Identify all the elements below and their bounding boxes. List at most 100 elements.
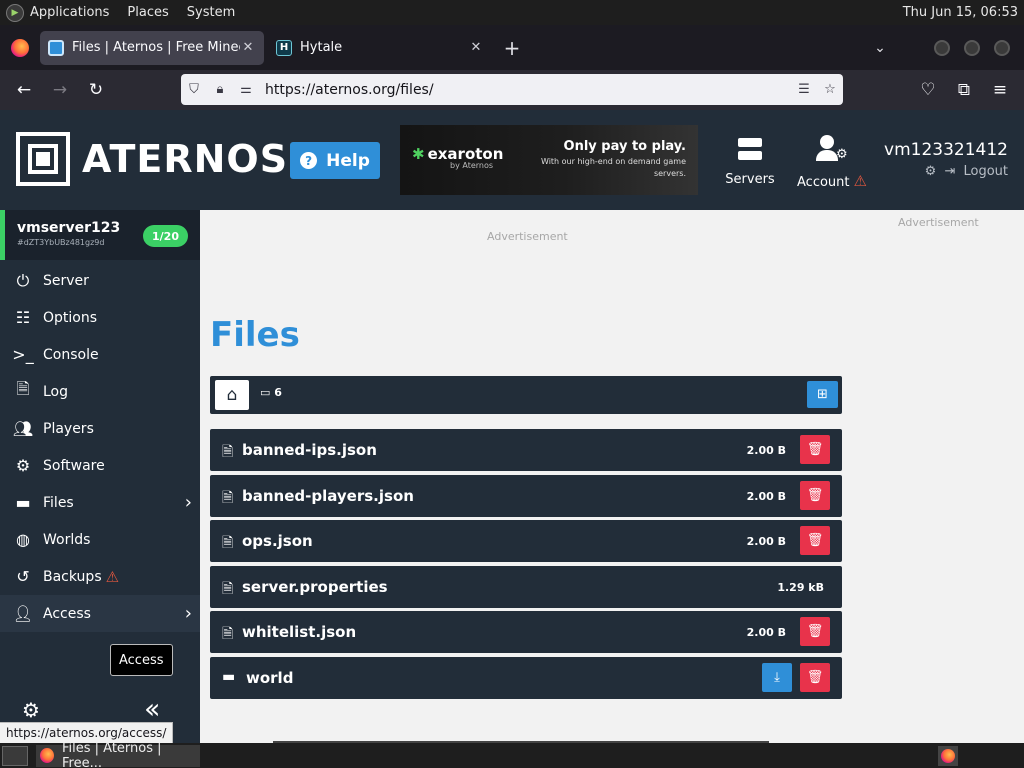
tab-aternos-files[interactable]: Files | Aternos | Free Minecraft ✕ — [40, 30, 264, 65]
user-lock-icon: 👤︎ — [12, 604, 34, 623]
sidebar-item-access[interactable]: 👤︎ Access › — [0, 595, 200, 632]
taskbar-window-button[interactable]: Files | Aternos | Free... — [36, 741, 200, 768]
sidebar-item-software[interactable]: ⚙ Software — [0, 447, 200, 484]
folder-row[interactable]: ▬ world ⤓ 🗑︎ — [210, 657, 842, 699]
help-label: Help — [326, 150, 370, 171]
aternos-logo[interactable]: ATERNOS — [16, 132, 288, 186]
tab-hytale[interactable]: H Hytale ✕ — [268, 31, 492, 65]
link-status-bar: https://aternos.org/access/ — [0, 722, 174, 743]
file-name[interactable]: whitelist.json — [242, 623, 356, 641]
logout-icon[interactable]: ⇥ — [944, 164, 955, 179]
nav-account[interactable]: ⚙ Account ⚠ — [790, 132, 874, 190]
nav-servers-label: Servers — [725, 172, 775, 187]
sidebar-item-players[interactable]: 👥︎ Players — [0, 410, 200, 447]
permissions-icon[interactable]: ⚌ — [233, 82, 259, 97]
delete-button[interactable]: 🗑︎ — [800, 663, 830, 692]
delete-button[interactable]: 🗑︎ — [800, 526, 830, 555]
file-row[interactable]: 🗎︎ ops.json 2.00 B 🗑︎ — [210, 520, 842, 562]
reader-view-icon[interactable]: ☰ — [791, 82, 817, 97]
file-row[interactable]: 🗎︎ banned-players.json 2.00 B 🗑︎ — [210, 475, 842, 517]
extensions-icon[interactable]: ⧉ — [946, 74, 982, 106]
download-button[interactable]: ⤓ — [762, 663, 792, 692]
window-maximize-button[interactable] — [964, 39, 980, 56]
menu-places[interactable]: Places — [127, 5, 168, 20]
ad-by: by Aternos — [450, 161, 494, 170]
home-icon[interactable]: ⌂ — [215, 380, 249, 410]
nav-servers[interactable]: Servers — [720, 132, 780, 187]
delete-button[interactable]: 🗑︎ — [800, 617, 830, 646]
bookmark-star-icon[interactable]: ☆ — [817, 82, 843, 97]
list-all-tabs-icon[interactable]: ⌄ — [864, 40, 896, 56]
file-name[interactable]: banned-players.json — [242, 487, 414, 505]
tray-firefox-icon[interactable] — [938, 745, 958, 766]
new-tab-button[interactable]: + — [496, 32, 528, 64]
show-desktop-icon[interactable] — [2, 745, 28, 766]
file-name[interactable]: banned-ips.json — [242, 441, 377, 459]
document-icon: 🗎︎ — [16, 379, 30, 398]
sidebar-item-options[interactable]: ☷ Options — [0, 299, 200, 336]
taskbar: Files | Aternos | Free... — [0, 741, 1024, 768]
window-minimize-button[interactable] — [934, 39, 950, 56]
tooltip: Access — [110, 644, 173, 676]
sidebar-item-label: Log — [43, 383, 69, 400]
hamburger-menu-icon[interactable]: ≡ — [982, 74, 1018, 106]
file-name[interactable]: server.properties — [242, 578, 388, 596]
advertisement-label-side: Advertisement — [898, 216, 979, 229]
forward-arrow-icon[interactable]: → — [42, 74, 78, 106]
url-bar[interactable]: ⛉ 🔒︎ ⚌ https://aternos.org/files/ ☰ ☆ — [181, 74, 843, 105]
new-folder-button[interactable]: ⊞ — [807, 381, 838, 408]
trash-icon: 🗑︎ — [806, 624, 824, 639]
firefox-icon — [40, 748, 54, 763]
file-name[interactable]: ops.json — [242, 532, 313, 550]
exaroton-ad-banner[interactable]: ✱ exaroton by Aternos Only pay to play. W… — [400, 125, 698, 195]
folder-open-icon: ▭ — [260, 386, 275, 399]
collapse-sidebar-icon[interactable]: ‹‹ — [144, 692, 161, 725]
folder-name[interactable]: world — [246, 669, 293, 687]
user-box: vm123321412 ⚙ ⇥ Logout — [884, 140, 1008, 179]
warning-icon: ⚠ — [853, 172, 867, 190]
server-card[interactable]: vmserver123 #dZT3YbUBz481gz9d 1/20 — [0, 210, 200, 260]
sidebar-item-label: Players — [43, 420, 94, 437]
tab-close-icon[interactable]: ✕ — [468, 40, 484, 55]
menu-applications[interactable]: Applications — [30, 5, 109, 20]
folder-plus-icon: ⊞ — [817, 387, 828, 402]
sidebar-item-backups[interactable]: ↺ Backups ⚠ — [0, 558, 200, 595]
tab-close-icon[interactable]: ✕ — [240, 40, 256, 55]
menu-system[interactable]: System — [187, 5, 235, 20]
breadcrumb[interactable]: ▭ 6 — [260, 386, 282, 399]
firefox-menu-button[interactable] — [0, 25, 40, 70]
delete-button[interactable]: 🗑︎ — [800, 435, 830, 464]
file-row[interactable]: 🗎︎ banned-ips.json 2.00 B 🗑︎ — [210, 429, 842, 471]
globe-icon: ◍ — [16, 530, 30, 549]
sidebar-item-worlds[interactable]: ◍ Worlds — [0, 521, 200, 558]
sidebar-item-log[interactable]: 🗎︎ Log — [0, 373, 200, 410]
power-icon: ⏻ — [16, 270, 30, 290]
username[interactable]: vm123321412 — [884, 140, 1008, 160]
logout-link[interactable]: Logout — [963, 164, 1008, 179]
sidebar-item-console[interactable]: >_ Console — [0, 336, 200, 373]
file-row[interactable]: 🗎︎ server.properties 1.29 kB — [210, 566, 842, 608]
sidebar-item-files[interactable]: ▬ Files › — [0, 484, 200, 521]
url-text[interactable]: https://aternos.org/files/ — [265, 82, 791, 98]
delete-button[interactable]: 🗑︎ — [800, 481, 830, 510]
folder-icon: ▬ — [15, 493, 31, 512]
sidebar-item-label: Access — [43, 605, 91, 622]
settings-gear-icon[interactable]: ⚙ — [925, 164, 937, 179]
trash-icon: 🗑︎ — [806, 442, 824, 457]
gnome-top-panel: ▶ Applications Places System Thu Jun 15,… — [0, 0, 1024, 25]
help-button[interactable]: ? Help — [290, 142, 380, 179]
file-row[interactable]: 🗎︎ whitelist.json 2.00 B 🗑︎ — [210, 611, 842, 653]
config-file-icon: 🗎︎ — [222, 581, 234, 597]
lock-icon[interactable]: 🔒︎ — [207, 82, 233, 97]
file-icon: 🗎︎ — [222, 444, 234, 460]
panel-clock[interactable]: Thu Jun 15, 06:53 — [903, 5, 1018, 20]
tracking-shield-icon[interactable]: ⛉ — [181, 82, 207, 97]
gnome-foot-icon[interactable]: ▶ — [6, 3, 24, 22]
pocket-icon[interactable]: ♡ — [910, 74, 946, 106]
file-size: 2.00 B — [746, 444, 786, 457]
sidebar-item-server[interactable]: ⏻ Server — [0, 262, 200, 299]
window-close-button[interactable] — [994, 39, 1010, 56]
reload-icon[interactable]: ↻ — [78, 74, 114, 106]
sidebar-settings-gear-icon[interactable]: ⚙ — [22, 698, 40, 722]
back-arrow-icon[interactable]: ← — [6, 74, 42, 106]
